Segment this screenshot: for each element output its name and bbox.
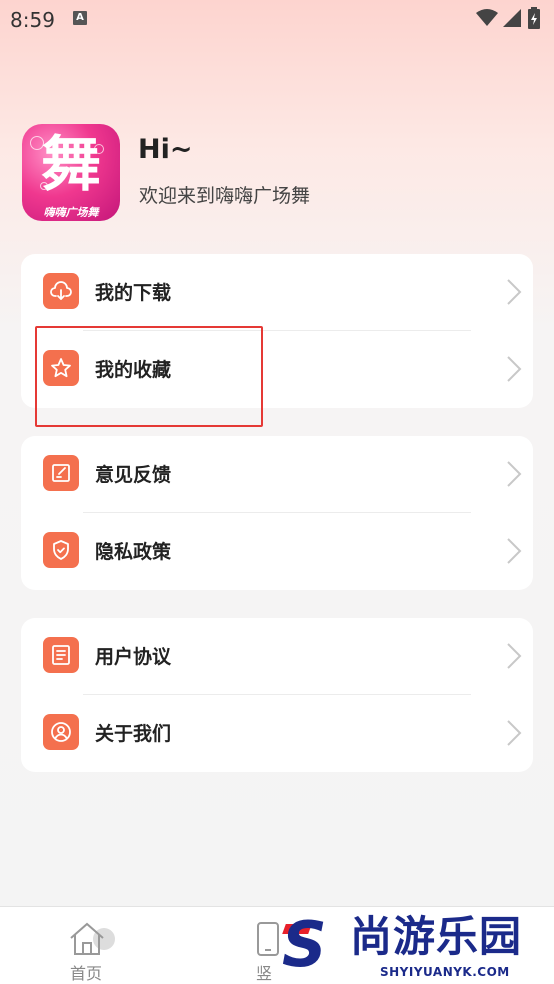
menu-item-label: 用户协议 bbox=[95, 646, 172, 668]
watermark-brand: 尚游乐园 bbox=[350, 912, 523, 961]
chevron-right-icon bbox=[507, 538, 522, 564]
user-icon bbox=[43, 714, 79, 750]
logo-caption: 嗨嗨广场舞 bbox=[43, 206, 99, 219]
nav-tab-label: 竖 bbox=[256, 964, 273, 983]
menu-item-feedback[interactable]: 意见反馈 bbox=[21, 436, 533, 513]
menu-item-privacy-policy[interactable]: 隐私政策 bbox=[21, 513, 533, 590]
watermark-s-mark: S bbox=[282, 908, 327, 981]
home-icon bbox=[70, 922, 115, 955]
menu-card-about: 用户协议 关于我们 bbox=[21, 618, 533, 772]
chevron-right-icon bbox=[507, 720, 522, 746]
notification-a-icon: A bbox=[73, 11, 87, 25]
highlight-annotation-box bbox=[35, 326, 263, 427]
greeting: Hi~ bbox=[138, 134, 193, 165]
edit-icon bbox=[43, 455, 79, 491]
document-icon bbox=[43, 637, 79, 673]
battery-icon bbox=[528, 7, 540, 29]
menu-item-label: 我的下载 bbox=[95, 282, 172, 304]
app-logo: 舞 嗨嗨广场舞 bbox=[22, 124, 120, 221]
chevron-right-icon bbox=[507, 461, 522, 487]
status-bar: 8:59 A bbox=[0, 0, 554, 38]
chevron-right-icon bbox=[507, 356, 522, 382]
status-time: 8:59 bbox=[10, 8, 55, 32]
logo-glyph: 舞 bbox=[41, 130, 101, 200]
signal-icon bbox=[503, 9, 521, 27]
menu-item-about-us[interactable]: 关于我们 bbox=[21, 695, 533, 772]
chevron-right-icon bbox=[507, 279, 522, 305]
watermark-logo: S 尚游乐园 SHYIYUANYK.COM bbox=[276, 912, 554, 984]
shield-check-icon bbox=[43, 532, 79, 568]
welcome-subtitle: 欢迎来到嗨嗨广场舞 bbox=[139, 185, 311, 207]
menu-item-user-agreement[interactable]: 用户协议 bbox=[21, 618, 533, 695]
menu-item-label: 意见反馈 bbox=[95, 464, 172, 486]
watermark-url: SHYIYUANYK.COM bbox=[380, 965, 510, 979]
nav-tab-label: 首页 bbox=[70, 964, 103, 983]
cloud-download-icon bbox=[43, 273, 79, 309]
menu-item-downloads[interactable]: 我的下载 bbox=[21, 254, 533, 331]
chevron-right-icon bbox=[507, 643, 522, 669]
wifi-icon bbox=[476, 9, 498, 26]
menu-item-label: 关于我们 bbox=[95, 723, 172, 745]
menu-card-support: 意见反馈 隐私政策 bbox=[21, 436, 533, 590]
menu-item-label: 隐私政策 bbox=[95, 541, 172, 563]
